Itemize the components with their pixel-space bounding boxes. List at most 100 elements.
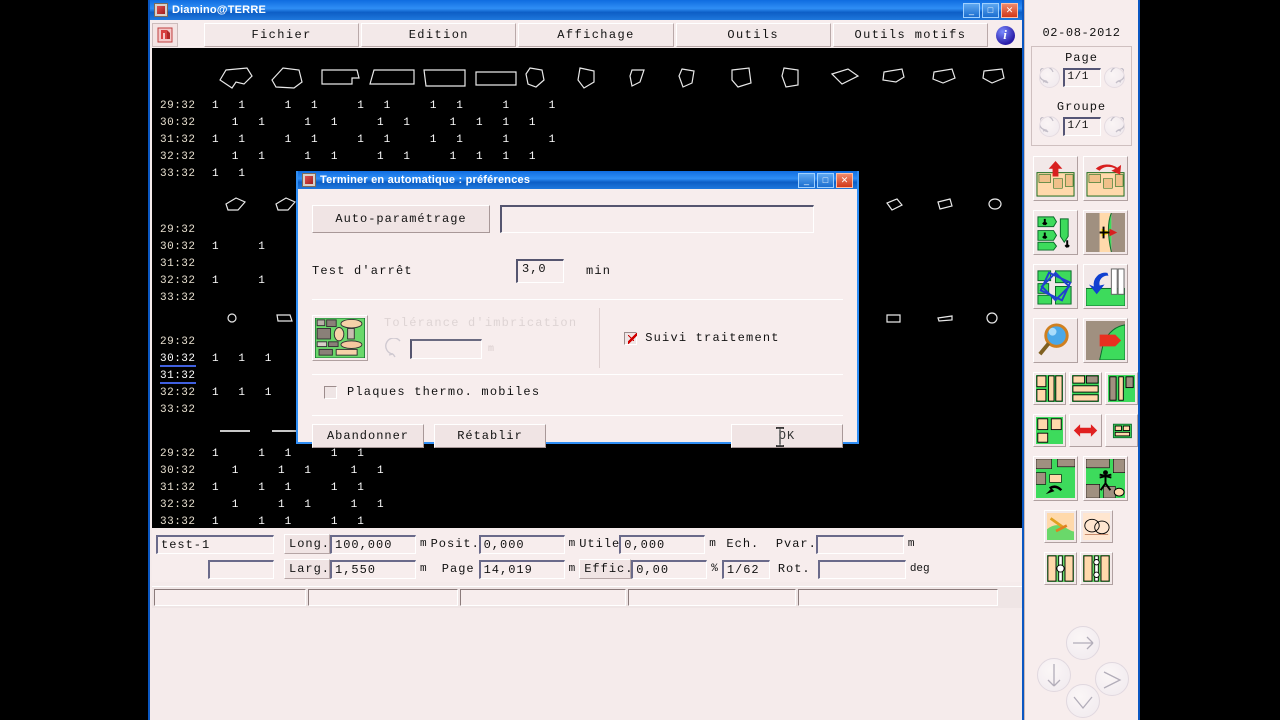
- pvar-field[interactable]: [815, 534, 904, 554]
- pad-left-icon[interactable]: [1037, 658, 1071, 692]
- plaques-thermo-label: Plaques thermo. mobiles: [347, 385, 541, 399]
- marker-columns-icon[interactable]: [1033, 372, 1066, 405]
- menu-item-edition[interactable]: Edition: [361, 23, 517, 47]
- page-field[interactable]: 14,019: [478, 559, 565, 579]
- status-cell: [460, 589, 626, 606]
- row-counts: 1 1 1 1 1 1 1 1 1 1: [212, 151, 536, 163]
- test-arret-label: Test d'arrêt: [312, 264, 413, 278]
- menu-item-outils-motifs[interactable]: Outils motifs: [832, 23, 989, 47]
- marker-person-icon[interactable]: [1083, 456, 1128, 501]
- retablir-button[interactable]: Rétablir: [434, 424, 546, 448]
- pad-down-icon[interactable]: [1066, 684, 1100, 718]
- maximize-button[interactable]: □: [982, 2, 999, 18]
- menu-item-outils[interactable]: Outils: [675, 23, 831, 47]
- ok-button[interactable]: OK: [731, 424, 843, 448]
- nest-extract-piece-icon[interactable]: [1083, 318, 1128, 363]
- effic-label[interactable]: Effic.: [579, 559, 632, 579]
- diamino-logo-icon[interactable]: [152, 23, 178, 47]
- nest-flip-left-icon[interactable]: [1083, 264, 1128, 309]
- menu-item-affichage[interactable]: Affichage: [518, 23, 674, 47]
- page-label: Page: [441, 562, 475, 576]
- larg-unit: m: [420, 563, 427, 575]
- utile-field[interactable]: 0,000: [619, 534, 706, 554]
- tolerance-row: Tolérance d'imbrication m Suivi traiteme…: [312, 308, 843, 368]
- row-counts: 1 1 1 1 1 1 1 1 1 1: [212, 100, 556, 112]
- groupe-value[interactable]: 1/1: [1062, 117, 1101, 136]
- row-counts: 1 1: [212, 168, 246, 180]
- long-field[interactable]: 100,000: [330, 534, 416, 554]
- plaques-thermo-checkbox[interactable]: [324, 385, 337, 399]
- marker-stripes-icon[interactable]: [1105, 372, 1138, 405]
- nesting-preview-icon[interactable]: [312, 315, 368, 361]
- info-button[interactable]: i: [990, 23, 1020, 47]
- page-prev-icon[interactable]: [1038, 67, 1060, 88]
- row-label: 31:32: [160, 482, 196, 494]
- ech-field[interactable]: 1/62: [721, 559, 770, 579]
- marker-name-field[interactable]: test-1: [156, 534, 274, 554]
- page-label: Page: [1065, 51, 1098, 65]
- page-next-icon[interactable]: [1103, 67, 1125, 88]
- row-counts: 1 1 1: [212, 387, 272, 399]
- close-button[interactable]: ✕: [1001, 2, 1018, 18]
- pattern-stripe-compare-icon[interactable]: [1080, 552, 1113, 585]
- marker-measure-icon[interactable]: [1033, 456, 1078, 501]
- larg-label[interactable]: Larg.: [284, 559, 330, 579]
- marker-small-icon[interactable]: [1105, 414, 1138, 447]
- row-label: 29:32: [160, 448, 196, 460]
- posit-unit: m: [568, 538, 576, 550]
- app-title: Diamino@TERRE: [172, 4, 266, 16]
- marker-group-icon[interactable]: [1033, 414, 1066, 447]
- dialog-close-button[interactable]: ✕: [836, 172, 853, 188]
- minimize-button[interactable]: _: [963, 2, 980, 18]
- long-label[interactable]: Long.: [284, 534, 330, 554]
- effic-field[interactable]: 0,00: [631, 559, 708, 579]
- auto-parametrage-field[interactable]: [500, 205, 814, 233]
- pattern-stripe-match-icon[interactable]: [1044, 552, 1077, 585]
- abandonner-button[interactable]: Abandonner: [312, 424, 424, 448]
- auto-parametrage-button[interactable]: Auto-paramétrage: [312, 205, 490, 233]
- pattern-compare-icon[interactable]: [1080, 510, 1113, 543]
- zoom-magnifier-icon[interactable]: [1033, 318, 1078, 363]
- suivi-traitement-label: Suivi traitement: [645, 331, 780, 345]
- menu-item-fichier[interactable]: Fichier: [204, 23, 360, 47]
- dialog-title: Terminer en automatique : préférences: [320, 174, 531, 186]
- row-label: 29:32: [160, 336, 196, 348]
- suivi-traitement-checkbox[interactable]: [624, 331, 638, 345]
- nest-split-merge-icon[interactable]: [1083, 210, 1128, 255]
- nest-compact-down-icon[interactable]: [1033, 210, 1078, 255]
- nest-up-icon[interactable]: [1033, 156, 1078, 201]
- row-label: 33:32: [160, 168, 196, 180]
- marker-blocks-icon[interactable]: [1069, 372, 1102, 405]
- dialog-minimize-button[interactable]: _: [798, 172, 815, 188]
- groupe-prev-icon[interactable]: [1038, 116, 1060, 137]
- plaques-thermo-row[interactable]: Plaques thermo. mobiles: [324, 385, 843, 399]
- page-value[interactable]: 1/1: [1062, 68, 1101, 87]
- rot-field[interactable]: [817, 559, 906, 579]
- swap-horizontal-icon[interactable]: [1069, 414, 1102, 447]
- row-counts: 1 1 1 1 1: [212, 482, 364, 494]
- suivi-traitement-row[interactable]: Suivi traitement: [624, 331, 779, 345]
- groupe-next-icon[interactable]: [1103, 116, 1125, 137]
- tolerance-field[interactable]: [410, 339, 482, 359]
- nest-rotate-right-icon[interactable]: [1083, 156, 1128, 201]
- dialog-maximize-button[interactable]: □: [817, 172, 834, 188]
- pad-right-icon[interactable]: [1095, 662, 1129, 696]
- row-label-selected: 30:32: [160, 353, 196, 367]
- test-arret-field[interactable]: 3,0: [516, 259, 564, 283]
- row-label: 33:32: [160, 516, 196, 528]
- page-unit: m: [568, 563, 576, 575]
- pattern-match-icon[interactable]: [1044, 510, 1077, 543]
- pad-up-icon[interactable]: [1066, 626, 1100, 660]
- marker-name-field-2[interactable]: [208, 559, 274, 579]
- tolerance-unit: m: [488, 343, 495, 355]
- shape-strip-1: [152, 58, 1022, 98]
- nest-rotate-pattern-icon[interactable]: [1033, 264, 1078, 309]
- row-label: 30:32: [160, 117, 196, 129]
- larg-field[interactable]: 1,550: [330, 559, 416, 579]
- posit-field[interactable]: 0,000: [478, 534, 565, 554]
- test-arret-unit: min: [586, 264, 612, 278]
- tolerance-label: Tolérance d'imbrication: [384, 316, 578, 330]
- reset-arrow-icon[interactable]: [384, 337, 410, 360]
- row-label: 29:32: [160, 100, 196, 112]
- row-label: 30:32: [160, 465, 196, 477]
